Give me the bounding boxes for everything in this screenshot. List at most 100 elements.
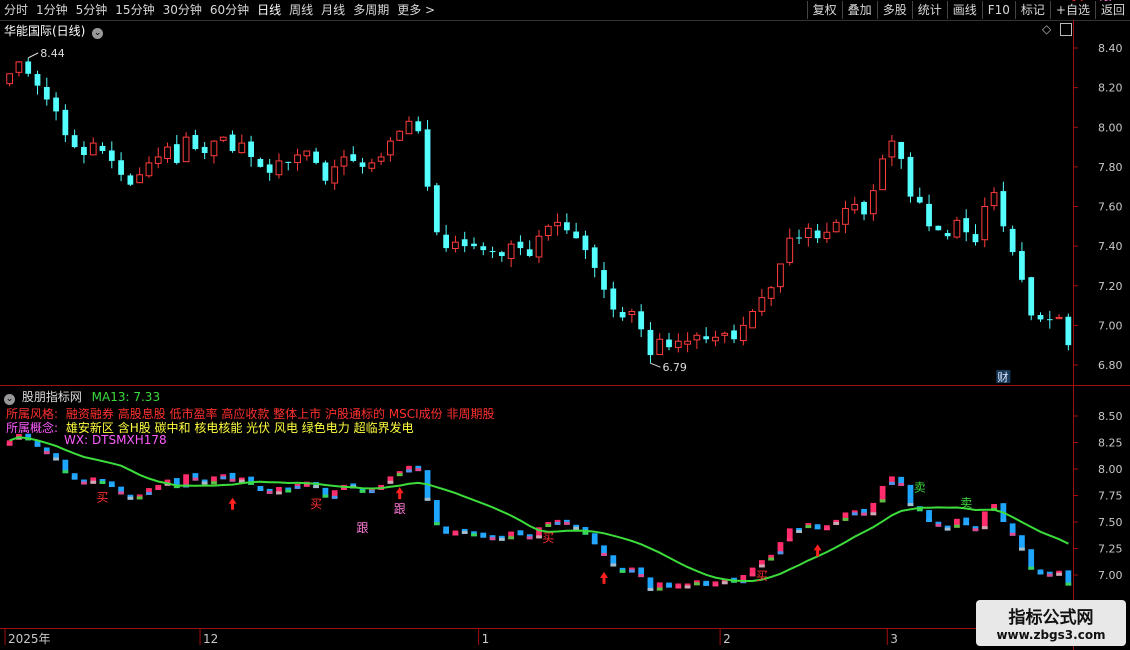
candle-body-down	[731, 330, 737, 340]
ind-bar-accent	[6, 442, 13, 446]
candle-body-down	[666, 339, 672, 348]
main-y-label: 8.40	[1098, 42, 1123, 55]
low-label: 6.79	[662, 361, 687, 374]
candle-body-down	[25, 61, 32, 74]
candle-body-up	[89, 142, 97, 156]
chevron-down-icon[interactable]: ⌄	[4, 394, 15, 405]
candle-body-up	[182, 136, 190, 163]
ind-bar-accent	[433, 522, 440, 526]
ind-bar-accent	[53, 457, 59, 461]
ind-bar-accent	[43, 451, 50, 455]
candle-body-down	[266, 164, 273, 173]
ind-bar-accent	[211, 481, 217, 485]
candle-body-up	[693, 334, 701, 341]
panel-max-icon[interactable]	[1060, 23, 1072, 36]
diamond-icon[interactable]: ◇	[1042, 22, 1051, 36]
ind-bar-accent	[443, 530, 450, 534]
ind-bar-accent	[1056, 572, 1062, 576]
ind-bar-accent	[814, 526, 821, 530]
candle-body-down	[898, 141, 905, 159]
ind-bar-accent	[1009, 532, 1016, 536]
ind-bar-accent	[34, 443, 41, 447]
candle-body-down	[359, 162, 366, 167]
ind-bar-accent	[573, 526, 580, 530]
ind-bar-accent	[656, 587, 663, 591]
candle-body-down	[257, 159, 264, 167]
buy-arrow-icon	[600, 571, 609, 584]
ind-bar-accent	[285, 489, 292, 493]
stock-title[interactable]: 华能国际(日线)	[4, 24, 85, 38]
ind-bar-accent	[192, 477, 199, 481]
candle-body-up	[628, 311, 636, 316]
ind-bar-accent	[693, 582, 700, 586]
candle-body-up	[869, 190, 877, 215]
buy-arrow-icon	[395, 487, 404, 500]
indicator-title[interactable]: 股朋指标网	[22, 390, 82, 404]
candle-body-up	[1055, 316, 1063, 320]
candle-body-down	[350, 154, 357, 161]
ind-bar-accent	[963, 522, 970, 526]
ind-bar-accent	[387, 480, 394, 484]
ind-bar-accent	[71, 476, 78, 480]
indicator-header: ⌄ 股朋指标网 MA13: 7.33	[4, 388, 160, 405]
candle-body-up	[331, 166, 339, 184]
ind-y-label: 8.00	[1098, 463, 1123, 476]
x-axis-label: 3	[890, 632, 898, 646]
candle-body-down	[619, 312, 626, 318]
candle-body-up	[739, 324, 747, 342]
candle-body-down	[647, 329, 654, 356]
candle-body-up	[767, 287, 775, 299]
ind-bar-accent	[563, 521, 570, 525]
candle-body-up	[136, 174, 144, 184]
ind-bar-accent	[536, 535, 542, 539]
stock-chart[interactable]: 8.40 8.20 8.00 7.80 7.60 7.40 7.20 7.00 6.80 8.50…	[0, 0, 1130, 650]
main-y-label: 7.20	[1098, 280, 1123, 293]
wx-label: WX: DTSMXH178	[64, 433, 167, 447]
fin-badge: 财	[997, 370, 1008, 384]
ind-bar-accent	[721, 581, 728, 585]
candle-body-down	[796, 237, 802, 239]
ind-bar-accent	[981, 526, 988, 530]
ind-bar-accent	[545, 524, 552, 527]
ind-bar-accent	[526, 536, 533, 540]
ind-bar-accent	[666, 584, 672, 588]
candle-body-up	[544, 225, 552, 237]
candle-body-down	[108, 150, 115, 161]
candle-body-up	[294, 154, 301, 164]
ind-bar-accent	[266, 490, 273, 494]
ind-bar-accent	[889, 481, 895, 485]
ind-bar-accent	[368, 490, 375, 494]
ind-bar-accent	[1019, 547, 1025, 551]
ind-bar-accent	[517, 532, 524, 536]
candle-body-down	[610, 288, 617, 310]
candle-body-down	[601, 270, 607, 290]
candle-body-up	[15, 61, 23, 73]
candle-body-down	[443, 234, 450, 249]
ind-bar-accent	[1065, 582, 1072, 586]
ind-bar-accent	[127, 496, 134, 500]
candle-body-down	[703, 336, 710, 340]
candle-body-down	[638, 311, 645, 330]
signal-buy: 买	[542, 531, 554, 545]
high-label: 8.44	[40, 47, 65, 60]
candle-body-down	[461, 239, 468, 247]
ind-bar-accent	[1028, 566, 1035, 570]
ind-bar-accent	[619, 569, 626, 573]
ind-bar-accent	[229, 478, 236, 482]
candle-body-down	[926, 203, 932, 227]
candle-body-up	[888, 140, 896, 158]
candle-body-up	[164, 146, 171, 160]
candle-body-up	[303, 150, 311, 157]
main-y-label: 6.80	[1098, 359, 1123, 372]
ma13-label: MA13: 7.33	[91, 390, 161, 404]
candle-body-down	[1019, 251, 1025, 280]
ind-bar-accent	[276, 491, 282, 495]
ind-bar-accent	[879, 499, 886, 503]
candle-body-down	[916, 196, 923, 203]
candle-body-down	[944, 233, 951, 237]
ind-bar-accent	[777, 551, 784, 555]
candle-body-down	[1065, 316, 1072, 346]
chevron-down-icon[interactable]: ⌄	[92, 28, 104, 39]
candle-body-down	[935, 225, 942, 231]
candle-body-up	[210, 140, 218, 157]
